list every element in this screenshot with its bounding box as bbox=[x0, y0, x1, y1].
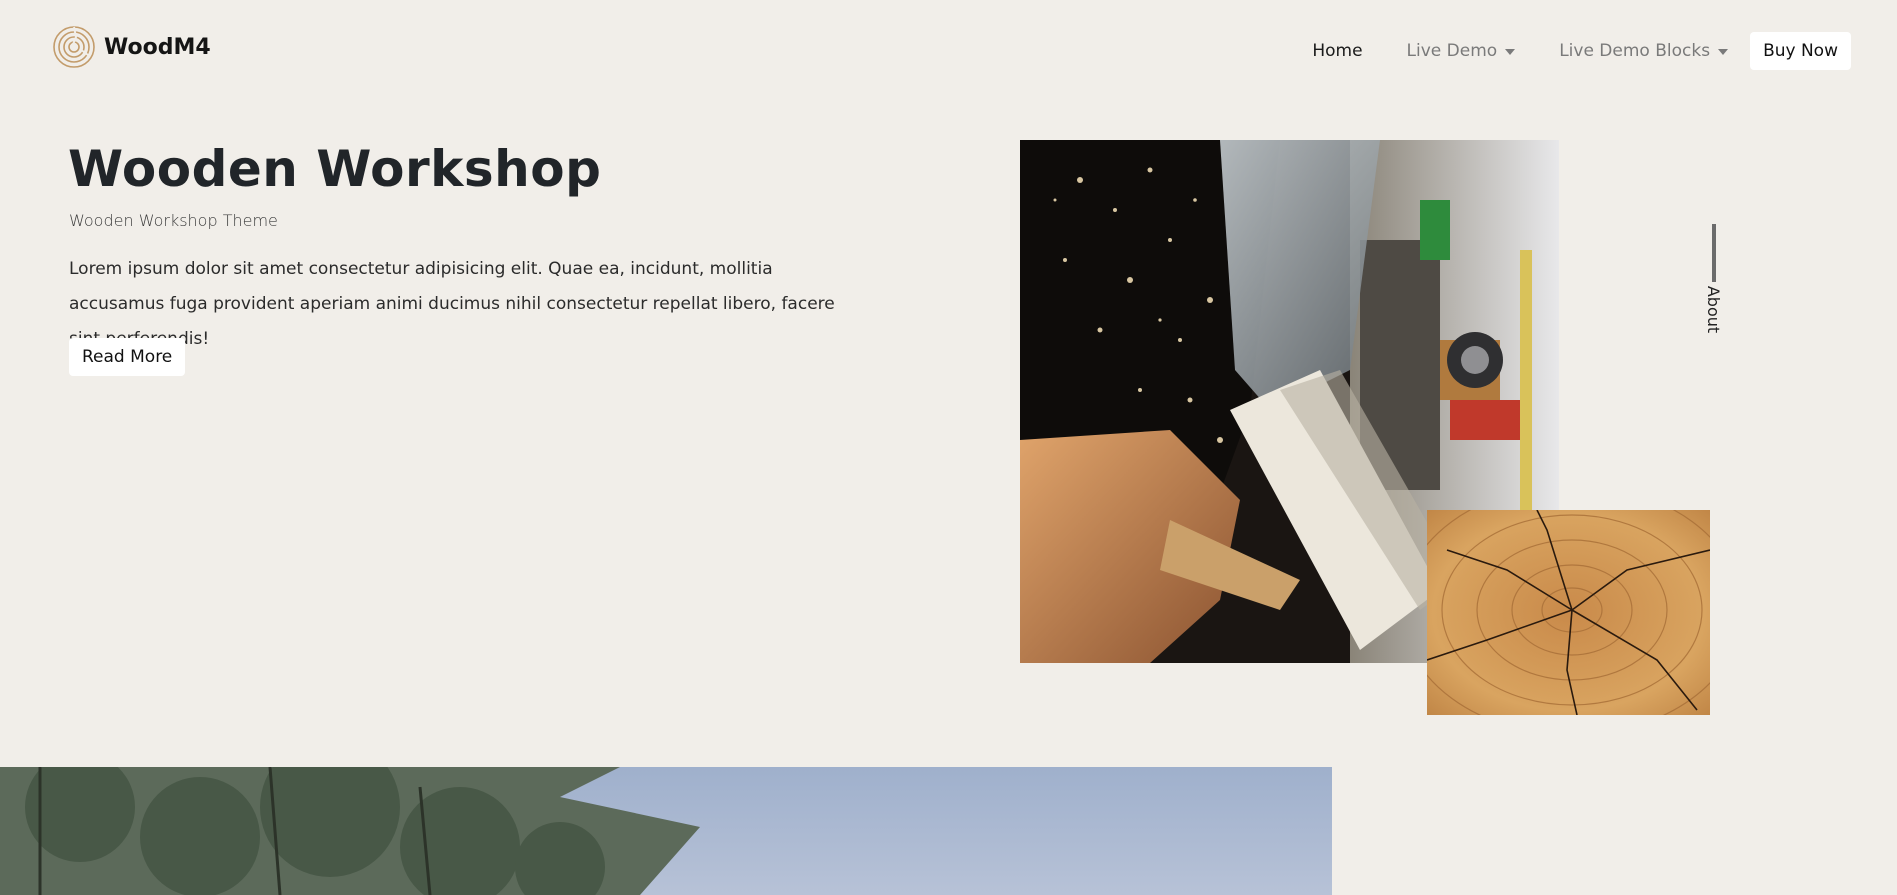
tree-rings-photo bbox=[1427, 510, 1710, 715]
side-nav-about[interactable]: About bbox=[1704, 286, 1723, 333]
read-more-button[interactable]: Read More bbox=[69, 338, 186, 376]
forest-photo bbox=[0, 767, 1332, 895]
site-header: WoodM4 Home Live Demo Live Demo Blocks B… bbox=[0, 0, 1897, 100]
caret-down-icon bbox=[1718, 49, 1729, 55]
wood-grain-image bbox=[1427, 510, 1710, 715]
hero-subtitle: Wooden Workshop Theme bbox=[69, 211, 278, 230]
brand[interactable]: WoodM4 bbox=[52, 25, 211, 69]
hero-description: Lorem ipsum dolor sit amet consectetur a… bbox=[69, 259, 835, 349]
nav-item-live-demo[interactable]: Live Demo bbox=[1385, 32, 1538, 70]
nav-item-home[interactable]: Home bbox=[1290, 32, 1384, 70]
about-indicator-line bbox=[1712, 224, 1716, 282]
caret-down-icon bbox=[1505, 49, 1516, 55]
nav-item-live-demo-blocks[interactable]: Live Demo Blocks bbox=[1537, 32, 1750, 70]
nav-item-label: Home bbox=[1312, 41, 1363, 61]
nav-item-label: Live Demo Blocks bbox=[1559, 41, 1711, 61]
buy-now-button[interactable]: Buy Now bbox=[1750, 32, 1851, 70]
brand-name: WoodM4 bbox=[104, 34, 211, 60]
main-nav: Home Live Demo Live Demo Blocks Buy Now bbox=[1290, 32, 1851, 70]
forest-image bbox=[0, 767, 1332, 895]
page-title: Wooden Workshop bbox=[68, 140, 602, 198]
nav-item-label: Live Demo bbox=[1406, 41, 1498, 61]
wood-rings-logo-icon bbox=[53, 26, 95, 68]
